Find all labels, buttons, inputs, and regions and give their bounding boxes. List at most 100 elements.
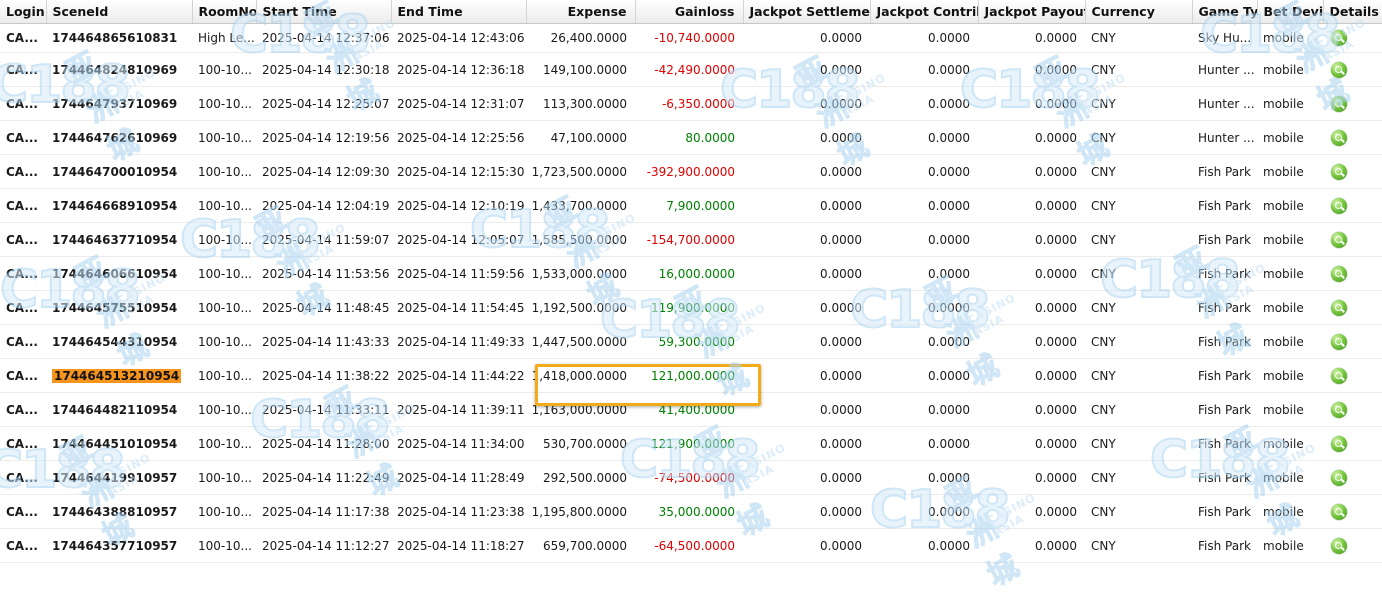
scene-id-cell: 174464451010954 — [46, 426, 192, 461]
column-header-gainloss[interactable]: Gainloss — [635, 0, 744, 24]
start-time-cell: 2025-04-14 12:19:56 — [256, 120, 391, 155]
scene-id-cell: 174464793710969 — [46, 86, 192, 121]
jackpot-contribution-cell: 0.0000 — [870, 222, 978, 257]
gainloss-cell: 119,900.0000 — [635, 290, 743, 325]
table-row[interactable]: CA... 174464544310954 100-10... 2025-04-14 … — [0, 324, 1382, 359]
expense-cell: 1,723,500.0000 — [526, 154, 635, 189]
column-header-jackpot-settlement[interactable]: Jackpot Settlement — [743, 0, 871, 24]
login-cell: CA... — [0, 290, 46, 325]
table-row[interactable]: CA... 174464357710957 100-10... 2025-04-14 … — [0, 528, 1382, 563]
magnifier-details-icon[interactable] — [1331, 129, 1347, 146]
magnifier-details-icon[interactable] — [1331, 30, 1347, 46]
table-row[interactable]: CA... 174464824810969 100-10... 2025-04-14 … — [0, 52, 1382, 87]
table-row[interactable]: CA... 174464668910954 100-10... 2025-04-14 … — [0, 188, 1382, 223]
magnifier-details-icon[interactable] — [1331, 435, 1347, 452]
magnifier-details-icon[interactable] — [1331, 299, 1347, 316]
column-header-game-type[interactable]: Game Typ — [1192, 0, 1258, 24]
table-row[interactable]: CA... 174464637710954 100-10... 2025-04-14 … — [0, 222, 1382, 257]
details-cell — [1323, 324, 1382, 359]
end-time-cell: 2025-04-14 11:54:45 — [391, 290, 526, 325]
magnifier-details-icon[interactable] — [1331, 503, 1347, 520]
expense-cell: 1,418,000.0000 — [526, 358, 635, 393]
table-row[interactable]: CA... 174464865610831 High Le... 2025-04-14… — [0, 23, 1382, 53]
currency-cell: CNY — [1085, 120, 1192, 155]
magnifier-details-icon[interactable] — [1331, 231, 1347, 248]
table-row[interactable]: CA... 174464700010954 100-10... 2025-04-14 … — [0, 154, 1382, 189]
column-header-currency[interactable]: Currency — [1085, 0, 1193, 24]
login-cell: CA... — [0, 494, 46, 529]
gainloss-cell: -154,700.0000 — [635, 222, 743, 257]
room-no-cell: 100-10... — [192, 188, 256, 223]
magnifier-details-icon[interactable] — [1331, 265, 1347, 282]
magnifier-details-icon[interactable] — [1331, 537, 1347, 554]
game-type-cell: Fish Park — [1192, 324, 1257, 359]
table-row[interactable]: CA... 174464388810957 100-10... 2025-04-14 … — [0, 494, 1382, 529]
table-row[interactable]: CA... 174464482110954 100-10... 2025-04-14 … — [0, 392, 1382, 427]
scene-id-cell: 174464419910957 — [46, 460, 192, 495]
magnifier-details-icon[interactable] — [1331, 61, 1347, 78]
gainloss-cell: -42,490.0000 — [635, 52, 743, 87]
column-header-end-time[interactable]: End Time — [391, 0, 527, 24]
start-time-cell: 2025-04-14 11:38:22 — [256, 358, 391, 393]
column-header-jackpot-contribution[interactable]: Jackpot Contribu — [870, 0, 979, 24]
end-time-cell: 2025-04-14 11:18:27 — [391, 528, 526, 563]
jackpot-contribution-cell: 0.0000 — [870, 426, 978, 461]
game-type-cell: Fish Park — [1192, 392, 1257, 427]
column-header-jackpot-payout[interactable]: Jackpot Payout — [978, 0, 1086, 24]
table-row[interactable]: CA... 174464451010954 100-10... 2025-04-14 … — [0, 426, 1382, 461]
magnifier-details-icon[interactable] — [1331, 163, 1347, 180]
scene-id-cell: 174464637710954 — [46, 222, 192, 257]
login-cell: CA... — [0, 324, 46, 359]
column-header-details[interactable]: Details — [1323, 0, 1382, 24]
magnifier-details-icon[interactable] — [1331, 333, 1347, 350]
end-time-cell: 2025-04-14 12:36:18 — [391, 52, 526, 87]
magnifier-details-icon[interactable] — [1331, 95, 1347, 112]
column-header-login[interactable]: Login — [0, 0, 47, 24]
table-row[interactable]: CA... 174464513210954 100-10... 2025-04-14 … — [0, 358, 1382, 393]
table-row[interactable]: CA... 174464606610954 100-10... 2025-04-14 … — [0, 256, 1382, 291]
column-header-expense[interactable]: Expense — [526, 0, 636, 24]
table-row[interactable]: CA... 174464419910957 100-10... 2025-04-14 … — [0, 460, 1382, 495]
table-row[interactable]: CA... 174464575510954 100-10... 2025-04-14 … — [0, 290, 1382, 325]
gainloss-cell: -10,740.0000 — [635, 23, 743, 53]
game-type-cell: Hunter ... — [1192, 52, 1257, 87]
highlighted-scene-id: 174464513210954 — [52, 368, 182, 383]
jackpot-payout-cell: 0.0000 — [978, 222, 1085, 257]
gainloss-cell: 16,000.0000 — [635, 256, 743, 291]
column-header-scene-id[interactable]: SceneId — [46, 0, 193, 24]
end-time-cell: 2025-04-14 12:15:30 — [391, 154, 526, 189]
magnifier-details-icon[interactable] — [1331, 469, 1347, 486]
column-header-bet-device[interactable]: Bet Devic — [1257, 0, 1324, 24]
currency-cell: CNY — [1085, 392, 1192, 427]
start-time-cell: 2025-04-14 12:09:30 — [256, 154, 391, 189]
column-header-start-time[interactable]: Start Time — [256, 0, 392, 24]
currency-cell: CNY — [1085, 256, 1192, 291]
jackpot-settlement-cell: 0.0000 — [743, 86, 870, 121]
magnifier-details-icon[interactable] — [1331, 197, 1347, 214]
expense-cell: 113,300.0000 — [526, 86, 635, 121]
magnifier-details-icon[interactable] — [1331, 401, 1347, 418]
table-row[interactable]: CA... 174464762610969 100-10... 2025-04-14 … — [0, 120, 1382, 155]
jackpot-settlement-cell: 0.0000 — [743, 528, 870, 563]
scene-id-cell: 174464575510954 — [46, 290, 192, 325]
room-no-cell: High Le... — [192, 23, 256, 53]
jackpot-payout-cell: 0.0000 — [978, 52, 1085, 87]
magnifier-details-icon[interactable] — [1331, 367, 1347, 384]
start-time-cell: 2025-04-14 11:59:07 — [256, 222, 391, 257]
game-type-cell: Fish Park — [1192, 528, 1257, 563]
currency-cell: CNY — [1085, 358, 1192, 393]
bet-device-cell: mobile — [1257, 324, 1323, 359]
details-cell — [1323, 358, 1382, 393]
table-row[interactable]: CA... 174464793710969 100-10... 2025-04-14 … — [0, 86, 1382, 121]
expense-cell: 1,533,000.0000 — [526, 256, 635, 291]
start-time-cell: 2025-04-14 11:12:27 — [256, 528, 391, 563]
column-header-room-no[interactable]: RoomNo... — [192, 0, 257, 24]
bet-device-cell: mobile — [1257, 52, 1323, 87]
currency-cell: CNY — [1085, 460, 1192, 495]
start-time-cell: 2025-04-14 12:30:18 — [256, 52, 391, 87]
room-no-cell: 100-10... — [192, 154, 256, 189]
currency-cell: CNY — [1085, 222, 1192, 257]
login-cell: CA... — [0, 120, 46, 155]
login-cell: CA... — [0, 222, 46, 257]
jackpot-contribution-cell: 0.0000 — [870, 52, 978, 87]
